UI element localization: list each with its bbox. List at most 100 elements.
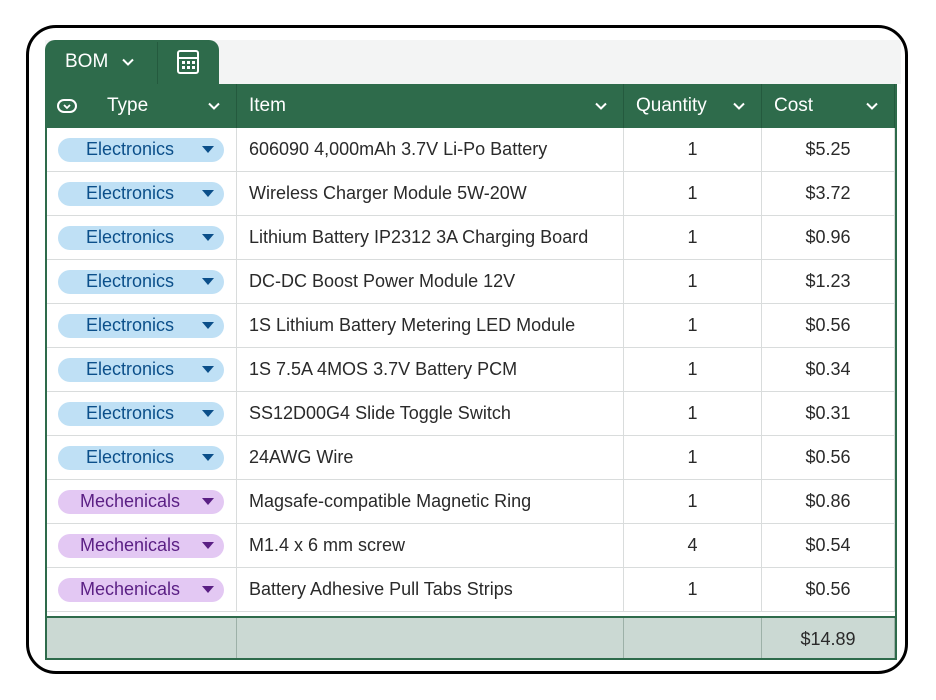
table-footer-row: $14.89 bbox=[45, 616, 897, 660]
cell-quantity[interactable]: 1 bbox=[624, 128, 762, 171]
cell-quantity[interactable]: 1 bbox=[624, 568, 762, 611]
dropdown-arrow-icon[interactable] bbox=[202, 409, 214, 417]
column-header-item[interactable]: Item bbox=[237, 84, 624, 128]
cell-item[interactable]: 606090 4,000mAh 3.7V Li-Po Battery bbox=[237, 128, 624, 171]
dropdown-arrow-icon[interactable] bbox=[202, 541, 214, 549]
cell-quantity[interactable]: 1 bbox=[624, 172, 762, 215]
type-chip[interactable]: Mechenicals bbox=[58, 577, 224, 602]
footer-cell-quantity[interactable] bbox=[624, 618, 762, 660]
cell-quantity[interactable]: 4 bbox=[624, 524, 762, 567]
cell-item[interactable]: Magsafe-compatible Magnetic Ring bbox=[237, 480, 624, 523]
type-chip[interactable]: Mechenicals bbox=[58, 489, 224, 514]
chevron-down-icon[interactable] bbox=[731, 98, 747, 114]
dropdown-arrow-icon[interactable] bbox=[202, 321, 214, 329]
footer-total-cost[interactable]: $14.89 bbox=[762, 618, 895, 660]
cell-item[interactable]: 24AWG Wire bbox=[237, 436, 624, 479]
cell-item[interactable]: SS12D00G4 Slide Toggle Switch bbox=[237, 392, 624, 435]
type-chip-label: Electronics bbox=[85, 447, 175, 467]
column-header-type-label: Type bbox=[107, 95, 149, 116]
type-chip-label: Electronics bbox=[85, 183, 175, 203]
dropdown-arrow-icon[interactable] bbox=[202, 497, 214, 505]
type-chip-label: Electronics bbox=[85, 271, 175, 291]
cell-cost[interactable]: $5.25 bbox=[762, 128, 895, 171]
cell-type[interactable]: Electronics bbox=[45, 172, 237, 215]
bom-table: Type Item Quantity Cost Electronics 60609… bbox=[45, 84, 897, 660]
cell-type[interactable]: Mechenicals bbox=[45, 480, 237, 523]
cell-type[interactable]: Electronics bbox=[45, 304, 237, 347]
type-chip[interactable]: Electronics bbox=[58, 137, 224, 162]
cell-quantity[interactable]: 1 bbox=[624, 392, 762, 435]
cell-quantity[interactable]: 1 bbox=[624, 216, 762, 259]
cell-item[interactable]: DC-DC Boost Power Module 12V bbox=[237, 260, 624, 303]
type-chip[interactable]: Electronics bbox=[58, 401, 224, 426]
cell-quantity[interactable]: 1 bbox=[624, 348, 762, 391]
cell-quantity[interactable]: 1 bbox=[624, 304, 762, 347]
chevron-down-icon[interactable] bbox=[120, 54, 136, 70]
type-chip[interactable]: Electronics bbox=[58, 357, 224, 382]
column-header-quantity-label: Quantity bbox=[636, 95, 707, 116]
calculator-icon[interactable] bbox=[176, 49, 200, 75]
table-row: Electronics 24AWG Wire 1 $0.56 bbox=[45, 436, 897, 480]
cell-cost[interactable]: $1.23 bbox=[762, 260, 895, 303]
cell-cost[interactable]: $3.72 bbox=[762, 172, 895, 215]
type-chip[interactable]: Electronics bbox=[58, 269, 224, 294]
dropdown-arrow-icon[interactable] bbox=[202, 233, 214, 241]
type-chip-label: Mechenicals bbox=[79, 579, 181, 599]
cell-cost[interactable]: $0.31 bbox=[762, 392, 895, 435]
dropdown-type-icon bbox=[57, 98, 77, 114]
cell-cost[interactable]: $0.54 bbox=[762, 524, 895, 567]
cell-type[interactable]: Electronics bbox=[45, 216, 237, 259]
cell-item[interactable]: 1S 7.5A 4MOS 3.7V Battery PCM bbox=[237, 348, 624, 391]
table-header-row: Type Item Quantity Cost bbox=[45, 84, 897, 128]
cell-type[interactable]: Mechenicals bbox=[45, 568, 237, 611]
cell-cost[interactable]: $0.34 bbox=[762, 348, 895, 391]
footer-cell-type[interactable] bbox=[45, 618, 237, 660]
dropdown-arrow-icon[interactable] bbox=[202, 145, 214, 153]
cell-cost[interactable]: $0.56 bbox=[762, 568, 895, 611]
table-row: Electronics 1S Lithium Battery Metering L… bbox=[45, 304, 897, 348]
dropdown-arrow-icon[interactable] bbox=[202, 189, 214, 197]
cell-quantity[interactable]: 1 bbox=[624, 480, 762, 523]
dropdown-arrow-icon[interactable] bbox=[202, 277, 214, 285]
type-chip-label: Mechenicals bbox=[79, 491, 181, 511]
cell-cost[interactable]: $0.56 bbox=[762, 436, 895, 479]
tab-bom[interactable]: BOM bbox=[45, 40, 219, 84]
chevron-down-icon[interactable] bbox=[206, 98, 222, 114]
column-header-cost[interactable]: Cost bbox=[762, 84, 895, 128]
dropdown-arrow-icon[interactable] bbox=[202, 365, 214, 373]
type-chip[interactable]: Electronics bbox=[58, 181, 224, 206]
type-chip-label: Electronics bbox=[85, 227, 175, 247]
type-chip[interactable]: Electronics bbox=[58, 313, 224, 338]
table-row: Electronics Wireless Charger Module 5W-20… bbox=[45, 172, 897, 216]
cell-item[interactable]: 1S Lithium Battery Metering LED Module bbox=[237, 304, 624, 347]
cell-item[interactable]: Lithium Battery IP2312 3A Charging Board bbox=[237, 216, 624, 259]
cell-type[interactable]: Electronics bbox=[45, 436, 237, 479]
column-header-type[interactable]: Type bbox=[45, 84, 237, 128]
type-chip[interactable]: Mechenicals bbox=[58, 533, 224, 558]
cell-quantity[interactable]: 1 bbox=[624, 260, 762, 303]
cell-item[interactable]: Battery Adhesive Pull Tabs Strips bbox=[237, 568, 624, 611]
cell-cost[interactable]: $0.56 bbox=[762, 304, 895, 347]
chevron-down-icon[interactable] bbox=[864, 98, 880, 114]
table-row: Electronics DC-DC Boost Power Module 12V 1… bbox=[45, 260, 897, 304]
footer-cell-item[interactable] bbox=[237, 618, 624, 660]
table-row: Mechenicals Battery Adhesive Pull Tabs St… bbox=[45, 568, 897, 612]
column-header-quantity[interactable]: Quantity bbox=[624, 84, 762, 128]
column-header-item-label: Item bbox=[249, 95, 286, 116]
dropdown-arrow-icon[interactable] bbox=[202, 585, 214, 593]
cell-type[interactable]: Electronics bbox=[45, 348, 237, 391]
cell-type[interactable]: Electronics bbox=[45, 392, 237, 435]
chevron-down-icon[interactable] bbox=[593, 98, 609, 114]
cell-item[interactable]: M1.4 x 6 mm screw bbox=[237, 524, 624, 567]
cell-type[interactable]: Mechenicals bbox=[45, 524, 237, 567]
cell-type[interactable]: Electronics bbox=[45, 128, 237, 171]
cell-cost[interactable]: $0.96 bbox=[762, 216, 895, 259]
type-chip[interactable]: Electronics bbox=[58, 225, 224, 250]
table-row: Mechenicals M1.4 x 6 mm screw 4 $0.54 bbox=[45, 524, 897, 568]
cell-item[interactable]: Wireless Charger Module 5W-20W bbox=[237, 172, 624, 215]
cell-type[interactable]: Electronics bbox=[45, 260, 237, 303]
dropdown-arrow-icon[interactable] bbox=[202, 453, 214, 461]
cell-cost[interactable]: $0.86 bbox=[762, 480, 895, 523]
type-chip[interactable]: Electronics bbox=[58, 445, 224, 470]
cell-quantity[interactable]: 1 bbox=[624, 436, 762, 479]
